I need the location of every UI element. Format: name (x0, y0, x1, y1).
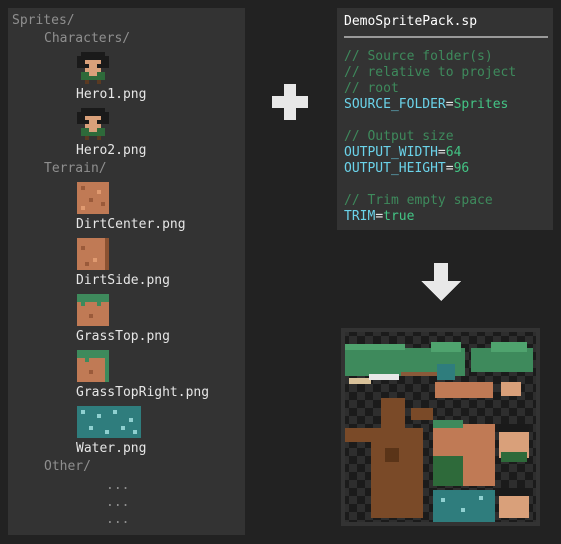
plus-icon (272, 84, 308, 120)
output-width-value: 64 (445, 145, 462, 160)
file-hero2: Hero2.png (76, 143, 147, 158)
output-height-key: OUTPUT_HEIGHT (344, 161, 446, 176)
title-divider (344, 36, 548, 38)
output-height-value: 96 (453, 161, 470, 176)
arrow-down-icon (421, 263, 461, 303)
ellipsis-3: ... (106, 512, 130, 527)
trim-value: true (383, 209, 415, 224)
file-dirt-side: DirtSide.png (76, 273, 170, 288)
trim-line: TRIM=true (344, 209, 414, 225)
grass-top-right-thumbnail (77, 350, 109, 382)
file-hero1: Hero1.png (76, 87, 147, 102)
packed-sprite-sheet (341, 328, 540, 526)
ellipsis-1: ... (106, 478, 130, 493)
output-width-key: OUTPUT_WIDTH (344, 145, 438, 160)
equals-sign: = (437, 145, 446, 160)
comment-source-3: // root (344, 81, 399, 96)
grass-top-thumbnail (77, 294, 109, 326)
output-height-line: OUTPUT_HEIGHT=96 (344, 161, 469, 177)
dirt-side-thumbnail (77, 238, 109, 270)
equals-sign: = (445, 97, 454, 112)
folder-sprites: Sprites/ (12, 13, 75, 28)
file-water: Water.png (76, 441, 147, 456)
source-folder-line: SOURCE_FOLDER=Sprites (344, 97, 508, 113)
file-title: DemoSpritePack.sp (344, 14, 478, 29)
hero2-thumbnail (77, 108, 109, 140)
ellipsis-2: ... (106, 495, 130, 510)
dirt-center-thumbnail (77, 182, 109, 214)
comment-output-size: // Output size (344, 129, 454, 144)
file-dirt-center: DirtCenter.png (76, 217, 186, 232)
output-width-line: OUTPUT_WIDTH=64 (344, 145, 461, 161)
comment-source-1: // Source folder(s) (344, 49, 493, 64)
source-folder-key: SOURCE_FOLDER (344, 97, 446, 112)
equals-sign: = (445, 161, 454, 176)
file-grass-top: GrassTop.png (76, 329, 170, 344)
hero1-thumbnail (77, 52, 109, 84)
folder-other: Other/ (44, 459, 91, 474)
source-folder-value: Sprites (453, 97, 509, 112)
file-grass-top-right: GrassTopRight.png (76, 385, 210, 400)
folder-terrain: Terrain/ (44, 161, 107, 176)
folder-characters: Characters/ (44, 31, 131, 46)
water-thumbnail (77, 406, 141, 438)
comment-source-2: // relative to project (344, 65, 517, 80)
comment-trim: // Trim empty space (344, 193, 493, 208)
trim-key: TRIM (344, 209, 376, 224)
equals-sign: = (375, 209, 384, 224)
